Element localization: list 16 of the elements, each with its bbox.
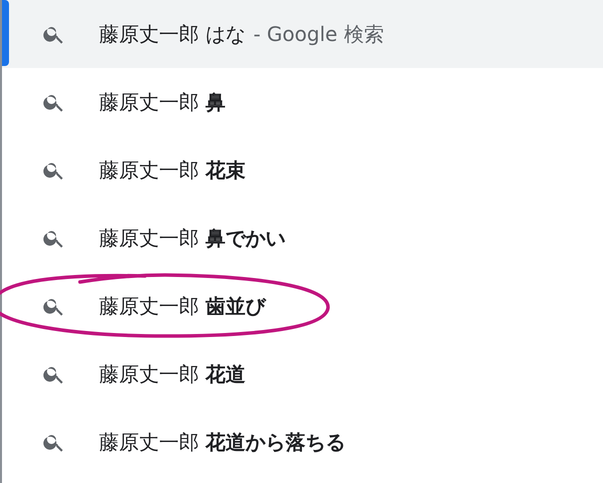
- suggestion-text: 藤原丈一郎 はな: [99, 21, 246, 48]
- suggestion-item[interactable]: 藤原丈一郎 歯並び: [2, 272, 603, 340]
- suggestion-text: 藤原丈一郎 鼻: [99, 89, 226, 116]
- suggestion-text: 藤原丈一郎 鼻でかい: [99, 225, 286, 252]
- suggestion-item[interactable]: 藤原丈一郎 鼻: [2, 68, 603, 136]
- suggestion-item[interactable]: 藤原丈一郎 花束: [2, 136, 603, 204]
- selection-bar: [2, 0, 9, 66]
- suggestion-suffix: - Google 検索: [253, 21, 384, 48]
- suggestion-item[interactable]: 藤原丈一郎 花道から落ちる: [2, 408, 603, 476]
- suggestion-text: 藤原丈一郎 花道から落ちる: [99, 429, 346, 456]
- suggestion-text: 藤原丈一郎 花束: [99, 157, 246, 184]
- suggestion-item[interactable]: 藤原丈一郎 はな - Google 検索: [2, 0, 603, 68]
- suggestion-text: 藤原丈一郎 花道: [99, 361, 246, 388]
- suggestion-text: 藤原丈一郎 歯並び: [99, 293, 266, 320]
- suggestion-item[interactable]: 藤原丈一郎 花道: [2, 340, 603, 408]
- suggestion-item[interactable]: 藤原丈一郎 鼻でかい: [2, 204, 603, 272]
